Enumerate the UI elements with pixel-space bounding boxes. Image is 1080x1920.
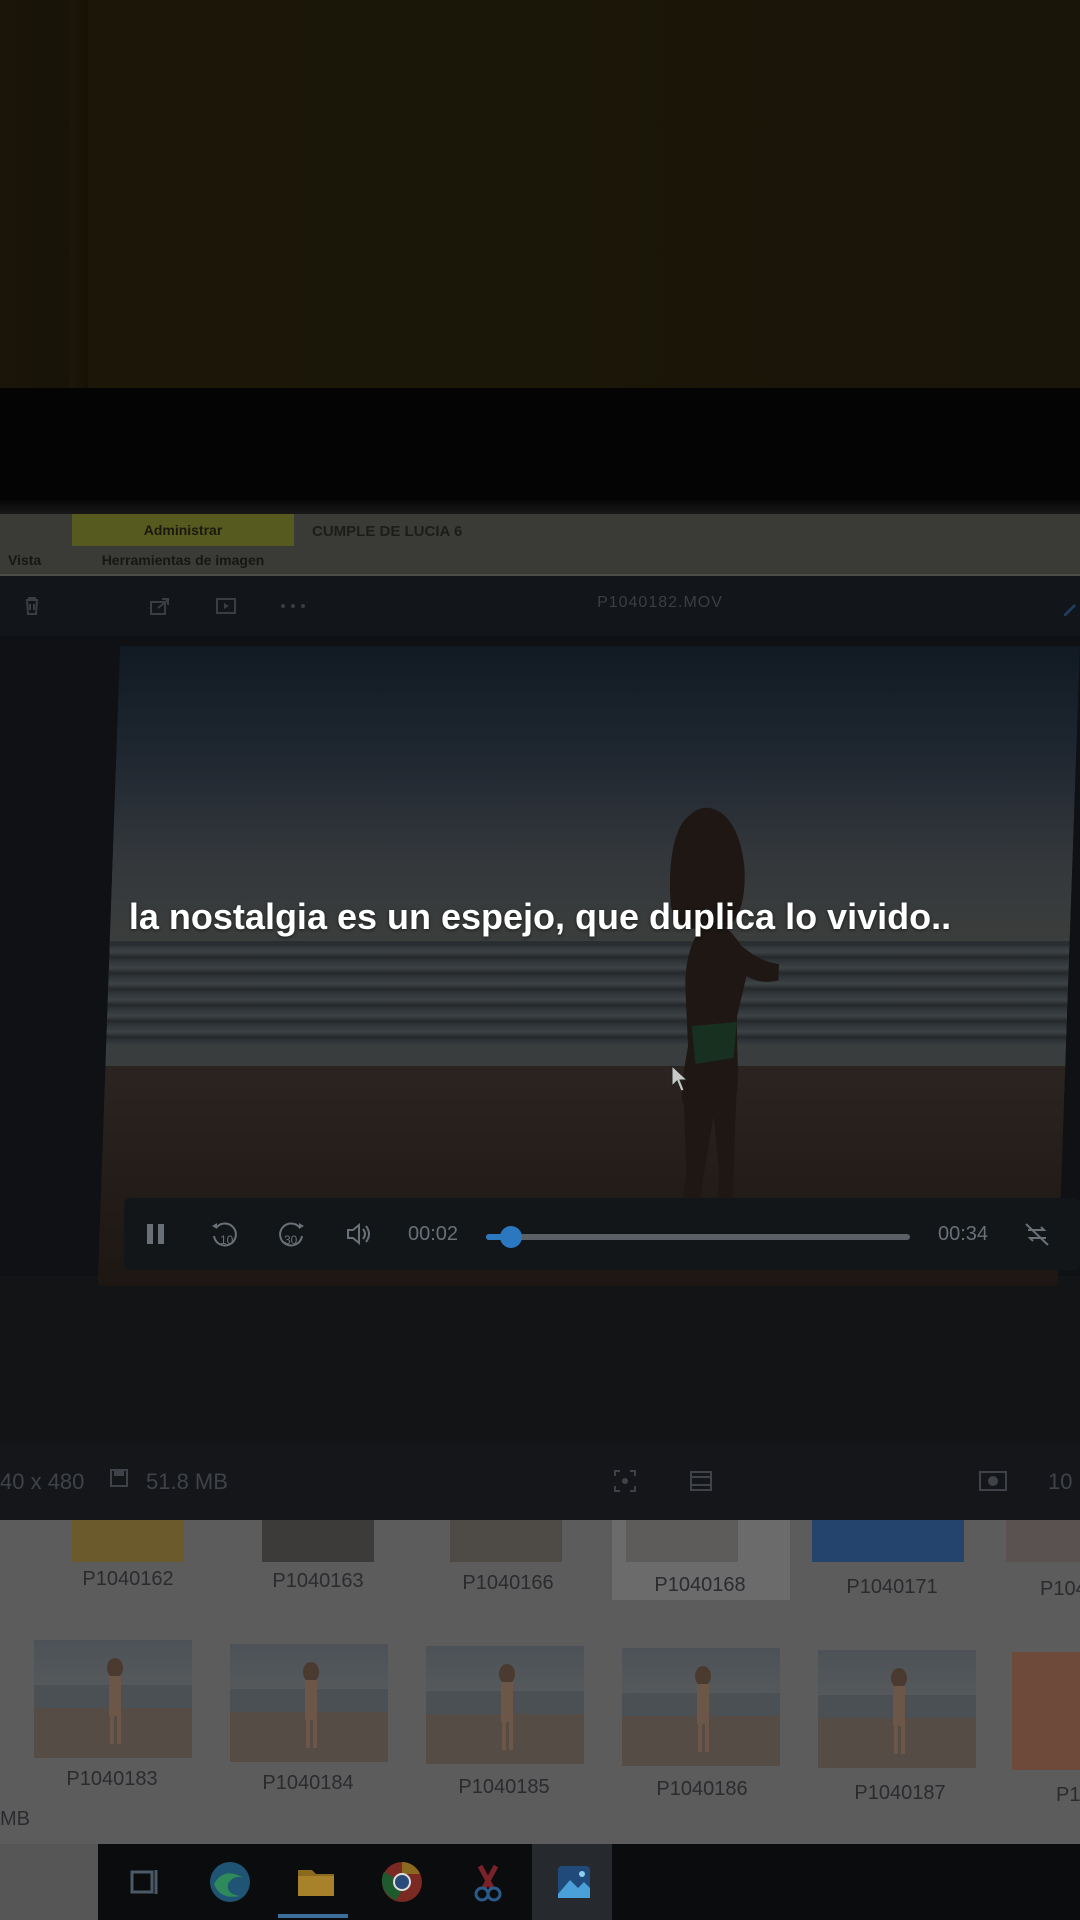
windows-taskbar xyxy=(0,1844,1080,1920)
file-explorer-icon[interactable] xyxy=(290,1856,342,1908)
thumbnail-grid: P1040162 P1040163 P1040166 P1040168 P104… xyxy=(0,1520,1080,1850)
chrome-browser-icon[interactable] xyxy=(376,1856,428,1908)
wall-background xyxy=(0,0,1080,400)
video-caption: la nostalgia es un espejo, que duplica l… xyxy=(128,896,952,937)
more-options-icon[interactable] xyxy=(278,594,305,618)
actual-size-icon[interactable] xyxy=(978,1468,1007,1494)
current-time: 00:02 xyxy=(408,1223,459,1245)
video-shore xyxy=(105,1044,1067,1068)
compare-icon[interactable] xyxy=(688,1468,714,1494)
edit-pen-icon[interactable] xyxy=(1060,598,1080,618)
view-tab[interactable]: Vista xyxy=(8,546,41,574)
task-view-icon[interactable] xyxy=(118,1856,170,1908)
pause-icon[interactable] xyxy=(142,1218,170,1250)
thumbnail-label: P1040184 xyxy=(262,1772,354,1794)
edge-browser-icon[interactable] xyxy=(204,1856,256,1908)
running-app-indicator xyxy=(278,1914,348,1918)
thumbnail-image[interactable] xyxy=(262,1520,374,1562)
thumbnail-image[interactable] xyxy=(426,1646,584,1764)
thumbnail-image[interactable] xyxy=(818,1650,976,1768)
seek-bar[interactable] xyxy=(486,1226,910,1248)
rewind-10-button[interactable]: 10 xyxy=(208,1218,242,1250)
zoom-level: 10 xyxy=(1048,1469,1073,1494)
thumbnail-label: P104 xyxy=(1040,1578,1080,1600)
forward-30-button[interactable]: 30 xyxy=(274,1218,308,1250)
thumbnail-image[interactable] xyxy=(1012,1652,1080,1770)
thumbnail-label: P1040163 xyxy=(272,1570,364,1592)
share-icon[interactable] xyxy=(148,594,172,618)
video-frame[interactable] xyxy=(97,646,1080,1286)
file-size: 51.8 MB xyxy=(146,1469,228,1494)
thumbnail-label: P1040171 xyxy=(846,1576,938,1598)
media-controls: 10 30 00:02 00:34 xyxy=(124,1198,1080,1270)
mouse-cursor-icon xyxy=(670,1064,690,1094)
photos-app-icon[interactable] xyxy=(548,1856,600,1908)
fit-screen-icon[interactable] xyxy=(612,1468,638,1494)
thumbnail-image[interactable] xyxy=(34,1640,192,1758)
thumbnail-image[interactable] xyxy=(622,1648,780,1766)
search-box-area[interactable] xyxy=(0,1844,98,1920)
explorer-ribbon: Administrar Herramientas de imagen Vista… xyxy=(0,514,1080,576)
image-tools-tab[interactable]: Herramientas de imagen xyxy=(72,546,294,574)
thumbnail-label: P1040162 xyxy=(82,1568,174,1590)
image-dimensions: 40 x 480 xyxy=(0,1469,85,1494)
thumbnail-label: P1 xyxy=(1056,1784,1080,1806)
monitor-bezel xyxy=(0,388,1080,518)
thumbnail-label: P1040166 xyxy=(462,1572,554,1594)
thumbnail-label: P1040187 xyxy=(854,1782,946,1804)
file-name-title: P1040182.MOV xyxy=(597,594,723,611)
thumbnail-label: P1040183 xyxy=(66,1768,158,1790)
volume-icon[interactable] xyxy=(342,1218,376,1250)
manage-tab[interactable]: Administrar xyxy=(72,514,294,546)
rewind-label: 10 xyxy=(220,1233,234,1247)
thumbnail-label: P1040186 xyxy=(656,1778,748,1800)
thumbnail-image[interactable] xyxy=(230,1644,388,1762)
thumbnail-image[interactable] xyxy=(1006,1520,1080,1562)
thumbnail-label: P1040185 xyxy=(458,1776,550,1798)
monitor-screen: Administrar Herramientas de imagen Vista… xyxy=(0,514,1080,1920)
wall-shadow xyxy=(70,0,88,400)
delete-icon[interactable] xyxy=(20,594,44,618)
seek-bar-thumb[interactable] xyxy=(500,1226,523,1248)
thumbnail-image[interactable] xyxy=(72,1520,184,1562)
girl-silhouette xyxy=(669,807,785,1236)
thumbnail-image[interactable] xyxy=(812,1520,964,1562)
video-sea xyxy=(106,946,1070,1046)
photos-toolbar: P1040182.MOV xyxy=(0,576,1080,636)
total-time: 00:34 xyxy=(938,1223,989,1245)
slideshow-icon[interactable] xyxy=(214,594,238,618)
left-edge-size-text: MB xyxy=(0,1808,30,1830)
video-area: la nostalgia es un espejo, que duplica l… xyxy=(0,636,1080,1286)
thumbnail-image[interactable] xyxy=(450,1520,562,1562)
folder-title: CUMPLE DE LUCIA 6 xyxy=(312,523,463,540)
snip-tool-icon[interactable] xyxy=(462,1856,514,1908)
thumbnail-image[interactable] xyxy=(626,1520,738,1562)
status-bar: 40 x 480 51.8 MB 10 xyxy=(0,1444,1080,1520)
thumbnail-label: P1040168 xyxy=(654,1574,746,1596)
forward-label: 30 xyxy=(284,1233,298,1247)
save-disk-icon xyxy=(106,1468,132,1494)
repeat-off-icon[interactable] xyxy=(1020,1218,1054,1250)
